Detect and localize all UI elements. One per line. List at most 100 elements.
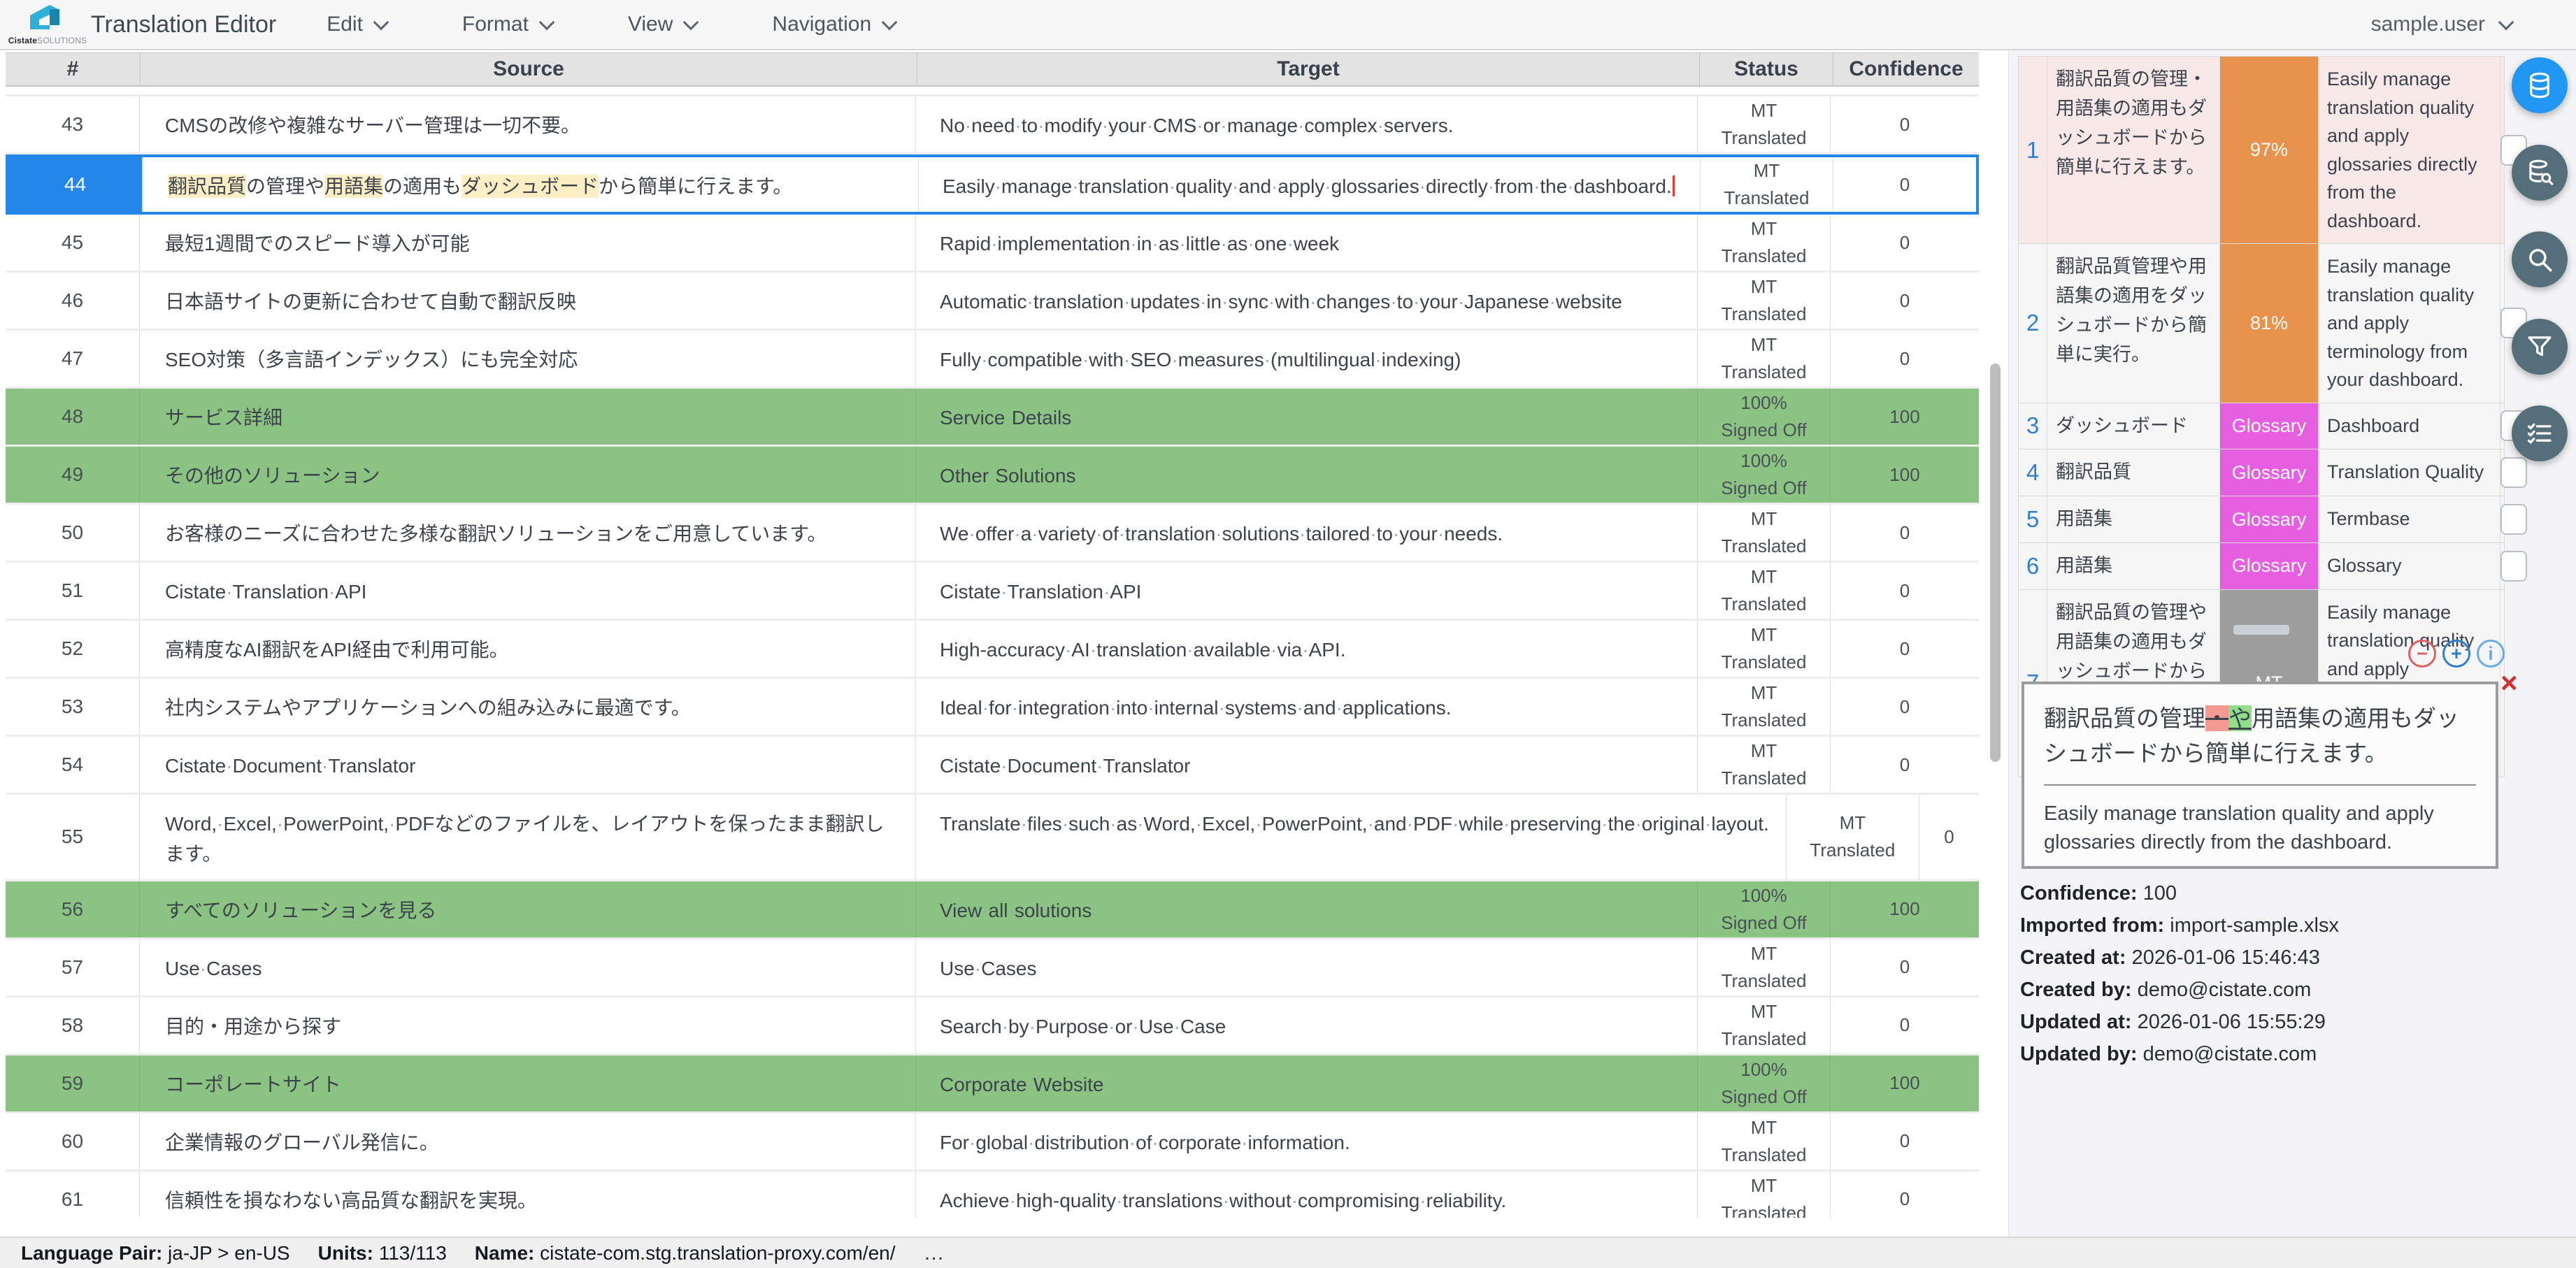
space-marker: · (1298, 115, 1304, 136)
table-row-61[interactable]: 61信頼性を損なわない高品質な翻訳を実現。Achieve·high-qualit… (6, 1172, 1979, 1218)
source-cell[interactable]: 翻訳品質の管理や用語集の適用もダッシュボードから簡単に行えます。 (143, 157, 919, 212)
table-row-54[interactable]: 54Cistate·Document·TranslatorCistate·Doc… (6, 737, 1979, 795)
table-row-55[interactable]: 55Word,·Excel,·PowerPoint,·PDFなどのファイルを、レ… (6, 795, 1979, 881)
table-row-60[interactable]: 60企業情報のグローバル発信に。For·global·distribution·… (6, 1114, 1979, 1172)
source-cell[interactable]: Cistate·Translation·API (140, 563, 916, 619)
target-cell[interactable]: No·need·to·modify·your·CMS·or·manage·com… (916, 96, 1698, 152)
add-match-button[interactable]: + (2442, 640, 2470, 668)
source-cell[interactable]: 企業情報のグローバル発信に。 (140, 1114, 916, 1169)
menu-bar: Edit Format View Navigation (327, 13, 895, 36)
statusbar-more-icon[interactable]: … (924, 1241, 946, 1265)
match-info-button[interactable]: i (2477, 640, 2505, 668)
tm-match-row-2[interactable]: 2翻訳品質管理や用語集の適用をダッシュボードから簡単に実行。81%Easily … (2019, 244, 2504, 403)
source-cell[interactable]: お客様のニーズに合わせた多様な翻訳ソリューションをご用意しています。 (140, 505, 916, 561)
target-cell[interactable]: High-accuracy·AI·translation·available·v… (916, 621, 1698, 677)
source-cell[interactable]: SEO対策（多言語インデックス）にも完全対応 (140, 331, 916, 387)
target-cell[interactable]: For·global·distribution·of·corporate·inf… (916, 1114, 1698, 1169)
concordance-search-icon[interactable] (2512, 145, 2568, 201)
target-cell[interactable]: Search·by·Purpose·or·Use·Case (916, 997, 1698, 1053)
target-cell[interactable]: Use·Cases (916, 939, 1698, 995)
target-cell[interactable]: Achieve·high-quality·translations·withou… (916, 1172, 1698, 1218)
space-marker: · (1196, 115, 1203, 136)
space-marker: · (226, 755, 232, 777)
table-row-53[interactable]: 53社内システムやアプリケーションへの組み込みに最適です。Ideal·for·i… (6, 679, 1979, 737)
remove-match-button[interactable]: − (2408, 640, 2436, 668)
segment-compare-box[interactable]: 翻訳品質の管理・や用語集の適用もダッシュボードから簡単に行えます。 Easily… (2022, 682, 2498, 869)
source-cell[interactable]: 高精度なAI翻訳をAPI経由で利用可能。 (140, 621, 916, 677)
target-cell[interactable]: We·offer·a·variety·of·translation·soluti… (916, 505, 1698, 561)
search-icon[interactable] (2512, 231, 2568, 287)
table-row-45[interactable]: 45最短1週間でのスピード導入が可能Rapid·implementation·i… (6, 215, 1979, 273)
source-cell[interactable]: 信頼性を損なわない高品質な翻訳を実現。 (140, 1172, 916, 1218)
filter-icon[interactable] (2512, 319, 2568, 375)
menu-format[interactable]: Format (462, 13, 552, 36)
target-cell[interactable]: Cistate·Document·Translator (916, 737, 1698, 793)
source-cell[interactable]: 日本語サイトの更新に合わせて自動で翻訳反映 (140, 273, 916, 329)
menu-view[interactable]: View (628, 13, 696, 36)
status-cell: 100%Signed Off (1698, 389, 1831, 445)
grid-scrollbar[interactable] (1989, 85, 2003, 1216)
match-control-cell (2500, 543, 2527, 589)
match-source: 用語集 (2047, 496, 2220, 542)
table-row-46[interactable]: 46日本語サイトの更新に合わせて自動で翻訳反映Automatic·transla… (6, 273, 1979, 331)
confidence-cell: 0 (1831, 273, 1979, 329)
remove-match-x-icon[interactable]: × (2500, 666, 2518, 700)
source-cell[interactable]: その他のソリューション (140, 447, 916, 503)
match-checkbox[interactable] (2500, 504, 2527, 535)
target-cell[interactable]: Translate·files·such·as·Word,·Excel,·Pow… (916, 795, 1787, 879)
table-row-52[interactable]: 52高精度なAI翻訳をAPI経由で利用可能。High-accuracy·AI·t… (6, 621, 1979, 679)
table-row-50[interactable]: 50お客様のニーズに合わせた多様な翻訳ソリューションをご用意しています。We·o… (6, 505, 1979, 563)
target-cell[interactable]: Cistate·Translation·API (916, 563, 1698, 619)
source-cell[interactable]: CMSの改修や複雑なサーバー管理は一切不要。 (140, 96, 916, 152)
target-cell[interactable]: Easily·manage·translation·quality·and·ap… (919, 157, 1701, 212)
source-cell[interactable]: Cistate·Document·Translator (140, 737, 916, 793)
menu-navigation[interactable]: Navigation (772, 13, 895, 36)
source-cell[interactable]: Word,·Excel,·PowerPoint,·PDFなどのファイルを、レイア… (140, 795, 916, 879)
qa-checklist-icon[interactable] (2512, 405, 2568, 461)
target-cell[interactable]: Service·Details (916, 389, 1698, 445)
menu-edit[interactable]: Edit (327, 13, 387, 36)
tm-match-row-3[interactable]: 3ダッシュボードGlossaryDashboard (2019, 403, 2504, 450)
status-cell: MTTranslated (1698, 997, 1831, 1053)
space-marker: · (1419, 1190, 1426, 1211)
source-cell[interactable]: Use·Cases (140, 939, 916, 995)
table-row-56[interactable]: 56すべてのソリューションを見るView·all·solutions100%Si… (6, 881, 1979, 939)
table-row-47[interactable]: 47SEO対策（多言語インデックス）にも完全対応Fully·compatible… (6, 331, 1979, 389)
source-cell[interactable]: すべてのソリューションを見る (140, 881, 916, 937)
space-marker: · (1324, 175, 1331, 197)
source-cell[interactable]: コーポレートサイト (140, 1056, 916, 1111)
row-number: 55 (6, 795, 140, 879)
table-row-58[interactable]: 58目的・用途から探すSearch·by·Purpose·or·Use·Case… (6, 997, 1979, 1056)
table-row-59[interactable]: 59コーポレートサイトCorporate·Website100%Signed O… (6, 1056, 1979, 1114)
target-cell[interactable]: Ideal·for·integration·into·internal·syst… (916, 679, 1698, 735)
match-checkbox[interactable] (2500, 457, 2527, 488)
source-cell[interactable]: 社内システムやアプリケーションへの組み込みに最適です。 (140, 679, 916, 735)
confidence-cell: 0 (1831, 331, 1979, 387)
source-cell[interactable]: 目的・用途から探す (140, 997, 916, 1053)
space-marker: · (1152, 1132, 1158, 1153)
user-menu[interactable]: sample.user (2371, 13, 2512, 36)
panel-resize-handle[interactable] (2233, 625, 2289, 635)
tm-match-row-5[interactable]: 5用語集GlossaryTermbase (2019, 496, 2504, 543)
table-row-43[interactable]: 43CMSの改修や複雑なサーバー管理は一切不要。No·need·to·modif… (6, 96, 1979, 154)
tm-match-row-6[interactable]: 6用語集GlossaryGlossary (2019, 543, 2504, 590)
translation-memory-icon[interactable] (2512, 57, 2568, 113)
tm-match-row-1[interactable]: 1翻訳品質の管理・用語集の適用もダッシュボードから簡単に行えます。97%Easi… (2019, 57, 2504, 244)
table-row-51[interactable]: 51Cistate·Translation·APICistate·Transla… (6, 563, 1979, 621)
target-cell[interactable]: Automatic·translation·updates·in·sync·wi… (916, 273, 1698, 329)
target-cell[interactable]: Rapid·implementation·in·as·little·as·one… (916, 215, 1698, 271)
table-row-44[interactable]: 44翻訳品質の管理や用語集の適用もダッシュボードから簡単に行えます。Easily… (6, 154, 1979, 215)
target-cell[interactable]: Corporate·Website (916, 1056, 1698, 1111)
table-row-57[interactable]: 57Use·CasesUse·CasesMTTranslated0 (6, 939, 1979, 997)
table-row-49[interactable]: 49その他のソリューションOther·Solutions100%Signed O… (6, 447, 1979, 505)
grid-scrollbar-thumb[interactable] (1990, 363, 2001, 762)
target-cell[interactable]: Fully·compatible·with·SEO·measures·(mult… (916, 331, 1698, 387)
source-cell[interactable]: 最短1週間でのスピード導入が可能 (140, 215, 916, 271)
translation-grid: # Source Target Status Confidence 43CMSの… (6, 52, 1979, 1218)
table-row-48[interactable]: 48サービス詳細Service·Details100%Signed Off100 (6, 389, 1979, 447)
tm-match-row-4[interactable]: 4翻訳品質GlossaryTranslation Quality (2019, 449, 2504, 496)
match-checkbox[interactable] (2500, 551, 2527, 582)
target-cell[interactable]: Other·Solutions (916, 447, 1698, 503)
source-cell[interactable]: サービス詳細 (140, 389, 916, 445)
target-cell[interactable]: View·all·solutions (916, 881, 1698, 937)
